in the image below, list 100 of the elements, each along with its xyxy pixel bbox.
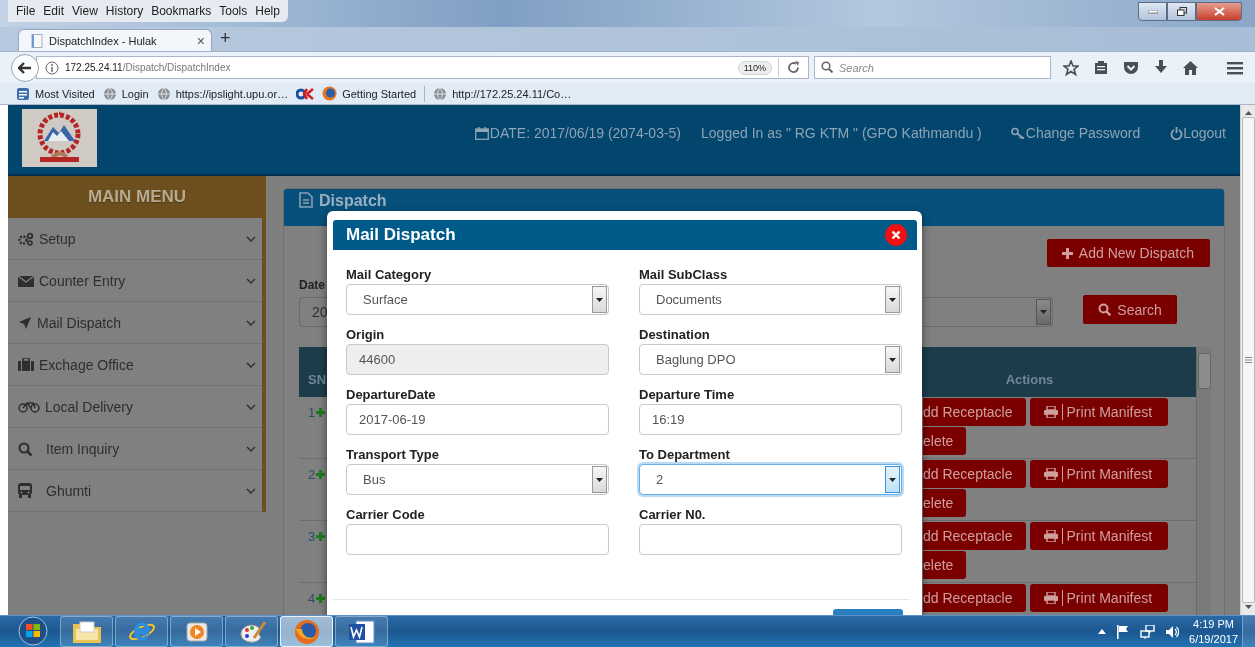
printer-icon — [1043, 468, 1058, 480]
taskbar-button[interactable] — [170, 616, 223, 647]
dropdown-field[interactable]: Baglung DPO — [639, 344, 902, 375]
modal-title: Mail Dispatch — [346, 225, 456, 245]
print-manifest-button[interactable]: Print Manifest — [1029, 460, 1169, 488]
caret-icon — [889, 297, 896, 302]
print-manifest-button[interactable]: Print Manifest — [1029, 584, 1169, 612]
dropdown-field[interactable]: Documents — [639, 284, 902, 315]
menu-item[interactable]: History — [101, 4, 148, 18]
row-number: 2 — [308, 467, 316, 482]
list-icon — [16, 86, 30, 101]
key-icon — [1010, 127, 1026, 139]
dropdown-field[interactable]: Bus — [346, 464, 609, 495]
document-icon — [299, 192, 313, 208]
menu-item[interactable]: View — [68, 4, 102, 18]
flag-icon — [1116, 624, 1131, 639]
bicycle-icon — [18, 400, 40, 413]
power-icon — [1170, 126, 1184, 140]
gears-icon — [18, 231, 34, 246]
globe-icon — [102, 86, 117, 101]
chevron-shield-icon — [1123, 60, 1139, 75]
page-icon — [31, 33, 43, 48]
taskbar-button[interactable] — [60, 616, 113, 647]
bookmark-link[interactable]: Login — [102, 86, 149, 101]
menu-button[interactable] — [1227, 60, 1243, 75]
bookmark-link[interactable]: http://172.25.24.11/Co… — [433, 86, 572, 101]
add-new-dispatch-button[interactable]: Add New Dispatch — [1046, 239, 1210, 267]
envelope-icon — [18, 274, 34, 287]
taskbar-button[interactable] — [280, 616, 333, 647]
tab-close-button[interactable]: × — [196, 32, 205, 49]
add-receptacle-button[interactable]: dd Receptacle — [923, 522, 1026, 550]
scrollbar-thumb[interactable] — [1241, 117, 1255, 603]
menu-icon — [1227, 60, 1243, 75]
delete-button[interactable]: elete — [923, 551, 967, 579]
field-label: Origin — [346, 326, 386, 343]
globe-icon — [433, 86, 448, 101]
bookmark-link[interactable]: Most Visited — [16, 86, 95, 101]
input-field[interactable]: 16:19 — [639, 404, 902, 435]
clock-date: 6/19/2017 — [1189, 631, 1238, 647]
input-field[interactable]: 2017-06-19 — [346, 404, 609, 435]
input-field[interactable] — [346, 524, 609, 555]
add-receptacle-button[interactable]: dd Receptacle — [923, 584, 1026, 612]
delete-button[interactable]: elete — [923, 489, 967, 517]
input-field[interactable] — [639, 524, 902, 555]
add-receptacle-button[interactable]: dd Receptacle — [923, 398, 1026, 426]
speaker-icon — [1165, 624, 1180, 639]
print-manifest-button[interactable]: Print Manifest — [1029, 522, 1169, 550]
chevron-icon — [246, 361, 256, 368]
dropdown-field[interactable]: Surface — [346, 284, 609, 315]
menu-item[interactable]: Help — [251, 4, 284, 18]
start-button[interactable] — [15, 616, 51, 646]
minimize-icon — [1147, 9, 1158, 14]
menu-item[interactable]: Tools — [215, 4, 252, 18]
bookmark-link[interactable]: Getting Started — [322, 86, 417, 101]
panel-title: Dispatch — [319, 192, 387, 210]
plus-icon — [316, 408, 326, 417]
home-button[interactable] — [1183, 60, 1198, 75]
reading-list-button[interactable] — [1094, 60, 1108, 75]
pocket-button[interactable] — [1123, 60, 1139, 75]
restore-button[interactable] — [1167, 2, 1196, 21]
browser-tab[interactable]: DispatchIndex - Hulak × — [18, 29, 212, 51]
plus-icon — [316, 532, 326, 541]
caret-icon — [596, 477, 603, 482]
close-window-button[interactable] — [1196, 2, 1242, 21]
search-field[interactable]: Search — [814, 56, 1051, 79]
document-w-icon — [347, 619, 376, 644]
table-scrollbar[interactable] — [1196, 347, 1211, 615]
menu-item[interactable]: Bookmarks — [147, 4, 216, 18]
address-field[interactable]: 172.25.24.11/Dispatch/DispatchIndex 110% — [36, 56, 809, 79]
search-button[interactable]: Search — [1083, 295, 1177, 324]
taskbar-button[interactable] — [225, 616, 278, 647]
print-manifest-button[interactable]: Print Manifest — [1029, 398, 1169, 426]
add-receptacle-button[interactable]: dd Receptacle — [923, 460, 1026, 488]
taskbar-button[interactable] — [335, 616, 388, 647]
bookmark-link[interactable]: https://ipslight.upu.or… — [156, 86, 289, 101]
dropdown-field[interactable]: 2 — [639, 464, 902, 495]
zoom-level-button[interactable]: 110% — [737, 60, 772, 75]
caret-icon — [889, 357, 896, 362]
close-icon — [891, 230, 901, 240]
menu-item[interactable]: File — [12, 4, 40, 18]
bus-icon — [18, 483, 32, 498]
change-password-link[interactable]: Change Password — [1010, 125, 1141, 141]
chevron-icon — [246, 319, 256, 326]
menu-item[interactable]: Edit — [39, 4, 69, 18]
dropdown-field[interactable] — [923, 297, 1053, 327]
new-tab-button[interactable]: + — [220, 28, 231, 49]
minimize-button[interactable] — [1138, 2, 1167, 21]
bookmark-star-button[interactable] — [1063, 59, 1079, 76]
logged-in-user: Logged In as " RG KTM " (GPO Kathmandu ) — [701, 125, 982, 141]
downloads-button[interactable] — [1154, 60, 1168, 75]
date-field[interactable]: 20 — [299, 297, 328, 327]
back-button[interactable] — [11, 53, 39, 82]
field-label: Carrier Code — [346, 506, 426, 523]
briefcase-icon — [18, 358, 34, 371]
logout-link[interactable]: Logout — [1170, 125, 1226, 141]
delete-button[interactable]: elete — [923, 427, 967, 455]
scroll-down-icon — [1244, 605, 1252, 609]
search-icon — [821, 61, 833, 73]
fox-globe-icon — [293, 618, 320, 645]
close-button[interactable] — [885, 224, 907, 246]
